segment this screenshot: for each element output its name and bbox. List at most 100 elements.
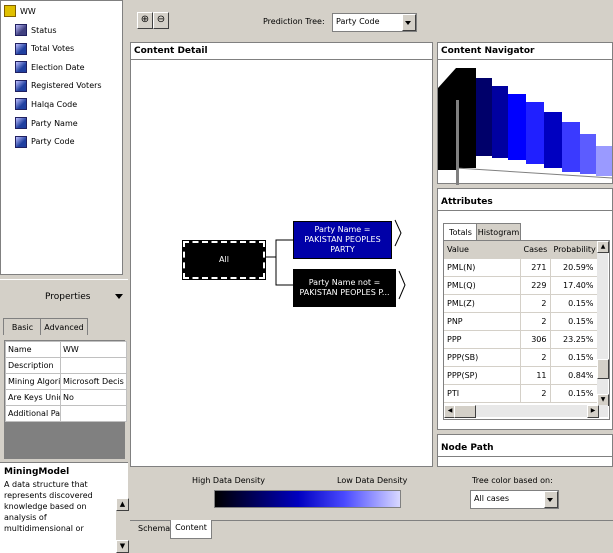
- attribute-value: PNP: [444, 312, 521, 331]
- help-text: A data structure that represents discove…: [4, 480, 93, 533]
- tree-item[interactable]: Total Votes: [15, 40, 74, 58]
- col-cases[interactable]: Cases: [520, 241, 551, 259]
- attribute-row[interactable]: PTI 2 0.15%: [444, 384, 598, 403]
- tab-totals[interactable]: Totals: [443, 223, 478, 240]
- attribute-row[interactable]: PML(Z) 2 0.15%: [444, 294, 598, 313]
- attribute-probability: 17.40%: [550, 276, 598, 295]
- tree-item[interactable]: Party Name: [15, 114, 78, 132]
- attribute-cases: 271: [520, 258, 551, 277]
- attr-hscroll-thumb[interactable]: [454, 405, 476, 418]
- property-row[interactable]: Mining AlgorithMicrosoft Decis: [5, 373, 127, 390]
- node-party-not-ppp[interactable]: Party Name not = PAKISTAN PEOPLES P...: [293, 269, 396, 307]
- attribute-row[interactable]: PML(Q) 229 17.40%: [444, 276, 598, 295]
- property-value[interactable]: Microsoft Decis: [60, 373, 127, 390]
- property-value[interactable]: [60, 405, 127, 422]
- property-row[interactable]: Name WW: [5, 341, 127, 358]
- tree-item-label: Party Name: [31, 118, 78, 128]
- properties-dropdown-icon[interactable]: [115, 294, 123, 299]
- tree-color-label: Tree color based on:: [472, 476, 553, 485]
- prediction-tree-value: Party Code: [336, 17, 380, 26]
- tree-color-chevron-icon[interactable]: [544, 491, 558, 508]
- scroll-down-button[interactable]: ▼: [116, 540, 129, 553]
- property-name: Mining Algorith: [5, 373, 61, 390]
- content-navigator-pane: Content Navigator: [437, 42, 613, 185]
- attribute-probability: 0.15%: [550, 294, 598, 313]
- tab-schema[interactable]: Schema: [138, 524, 170, 540]
- attr-scroll-up[interactable]: ▲: [597, 241, 609, 253]
- tree-item-label: Party Code: [31, 137, 75, 147]
- legend-bar: High Data Density Low Data Density Tree …: [130, 470, 613, 520]
- attribute-row[interactable]: PPP(SP) 11 0.84%: [444, 366, 598, 385]
- zoom-in-icon: ⊕: [140, 14, 150, 25]
- node-all[interactable]: All: [182, 240, 266, 280]
- scroll-up-button[interactable]: ▲: [116, 498, 129, 511]
- tree-item-label: Election Date: [31, 62, 85, 72]
- attribute-value: PPP: [444, 330, 521, 349]
- attribute-row[interactable]: PPP 306 23.25%: [444, 330, 598, 349]
- tree-item[interactable]: Status: [15, 21, 57, 39]
- tree-item[interactable]: Election Date: [15, 58, 85, 76]
- property-value[interactable]: WW: [60, 341, 127, 358]
- attributes-vscroll[interactable]: ▲ ▼: [597, 241, 609, 406]
- tab-advanced[interactable]: Advanced: [40, 318, 88, 335]
- attribute-icon: [15, 79, 27, 92]
- node-party-not-ppp-label: Party Name not = PAKISTAN PEOPLES P...: [299, 278, 390, 297]
- attribute-value: PML(N): [444, 258, 521, 277]
- property-row[interactable]: Description: [5, 357, 127, 374]
- tree-root[interactable]: WW: [4, 2, 36, 20]
- prediction-tree-select[interactable]: Party Code: [332, 13, 417, 32]
- attr-scroll-thumb[interactable]: [597, 359, 609, 379]
- tree-item-label: Total Votes: [31, 44, 75, 54]
- tree-item[interactable]: Halqa Code: [15, 95, 77, 113]
- col-value[interactable]: Value: [444, 241, 521, 259]
- tree-item[interactable]: Party Code: [15, 133, 75, 151]
- legend-high-label: High Data Density: [192, 476, 265, 485]
- content-navigator-title: Content Navigator: [441, 46, 535, 56]
- zoom-out-button[interactable]: ⊖: [153, 12, 169, 29]
- tree-item[interactable]: Registered Voters: [15, 77, 102, 95]
- tab-content[interactable]: Content: [170, 520, 212, 539]
- tab-histogram[interactable]: Histogram: [476, 223, 521, 240]
- property-value[interactable]: No: [60, 389, 127, 406]
- attributes-table: Value Cases Probability PML(N) 271 20.59% P…: [444, 241, 598, 403]
- node-party-ppp[interactable]: Party Name = PAKISTAN PEOPLES PARTY: [293, 221, 392, 259]
- attribute-cases: 306: [520, 330, 551, 349]
- attribute-probability: 0.15%: [550, 312, 598, 331]
- attribute-row[interactable]: PML(N) 271 20.59%: [444, 258, 598, 277]
- attribute-icon: [15, 61, 27, 74]
- property-name: Description: [5, 357, 61, 374]
- tab-basic-label: Basic: [11, 322, 34, 332]
- property-name: Are Keys Uniqu: [5, 389, 61, 406]
- navigator-thumbnail[interactable]: [438, 60, 613, 185]
- col-probability[interactable]: Probability: [550, 241, 598, 259]
- attribute-icon: [15, 135, 27, 148]
- tree-color-select[interactable]: All cases: [470, 490, 559, 509]
- property-row[interactable]: Are Keys UniquNo: [5, 389, 127, 406]
- property-row[interactable]: Additional Parti: [5, 405, 127, 422]
- attr-scroll-right[interactable]: ▶: [587, 405, 599, 418]
- properties-header[interactable]: Properties: [0, 279, 128, 315]
- tree-item-label: Halqa Code: [31, 99, 78, 109]
- attribute-cases: 2: [520, 348, 551, 367]
- help-scrollbar[interactable]: ▲ ▼: [116, 498, 129, 553]
- attribute-value: PPP(SP): [444, 366, 521, 385]
- attribute-icon: [15, 117, 27, 129]
- zoom-out-icon: ⊖: [156, 14, 166, 25]
- zoom-in-button[interactable]: ⊕: [137, 12, 153, 29]
- property-value[interactable]: [60, 357, 127, 374]
- attribute-cases: 2: [520, 312, 551, 331]
- attribute-cases: 11: [520, 366, 551, 385]
- node-path-pane: Node Path: [437, 434, 613, 467]
- attributes-hscroll[interactable]: ◀ ▶: [444, 405, 608, 418]
- chevron-down-icon[interactable]: [402, 14, 416, 31]
- tab-histogram-label: Histogram: [477, 227, 520, 237]
- tab-basic[interactable]: Basic: [3, 318, 42, 335]
- attribute-icon: [15, 42, 27, 55]
- attribute-row[interactable]: PPP(SB) 2 0.15%: [444, 348, 598, 367]
- attribute-icon: [15, 24, 27, 36]
- density-gradient: [214, 490, 401, 508]
- tab-totals-label: Totals: [449, 227, 472, 237]
- prediction-tree-label: Prediction Tree:: [263, 17, 325, 26]
- attribute-row[interactable]: PNP 2 0.15%: [444, 312, 598, 331]
- attribute-value: PPP(SB): [444, 348, 521, 367]
